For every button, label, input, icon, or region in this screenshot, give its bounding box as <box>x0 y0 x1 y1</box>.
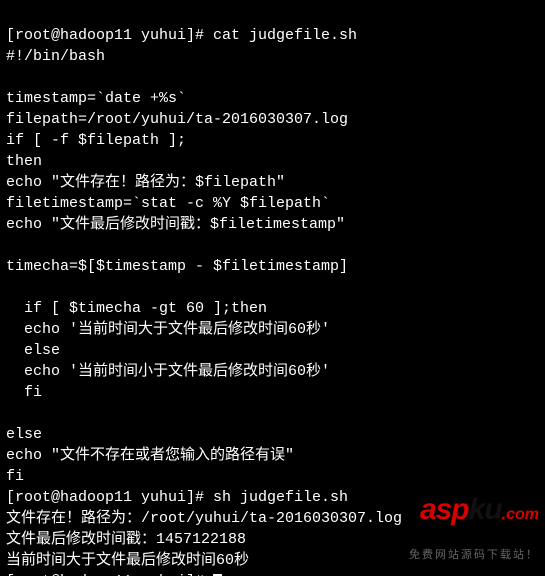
terminal-line: filepath=/root/yuhui/ta-2016030307.log <box>6 111 348 128</box>
terminal-line: 文件存在！路径为：/root/yuhui/ta-2016030307.log <box>6 510 402 527</box>
terminal-line: echo "文件存在！路径为：$filepath" <box>6 174 285 191</box>
terminal-line: #!/bin/bash <box>6 48 105 65</box>
terminal-line: timecha=$[$timestamp - $filetimestamp] <box>6 258 348 275</box>
terminal-line: echo '当前时间大于文件最后修改时间60秒' <box>6 321 330 338</box>
terminal-line: if [ -f $filepath ]; <box>6 132 186 149</box>
watermark-asp: asp <box>420 493 469 526</box>
terminal-line: echo "文件最后修改时间戳：$filetimestamp" <box>6 216 345 233</box>
terminal-line: then <box>6 153 42 170</box>
terminal-window[interactable]: [root@hadoop11 yuhui]# cat judgefile.sh … <box>0 0 545 576</box>
terminal-line: else <box>6 426 42 443</box>
watermark-ku: ku <box>469 493 502 526</box>
terminal-line: echo "文件不存在或者您输入的路径有误" <box>6 447 294 464</box>
terminal-line: echo '当前时间小于文件最后修改时间60秒' <box>6 363 330 380</box>
terminal-line: fi <box>6 468 24 485</box>
watermark-com: .com <box>502 506 539 523</box>
terminal-line: [root@hadoop11 yuhui]# sh judgefile.sh <box>6 489 348 506</box>
terminal-line: [root@hadoop11 yuhui]# cat judgefile.sh <box>6 27 357 44</box>
terminal-line: 当前时间大于文件最后修改时间60秒 <box>6 552 249 569</box>
terminal-line: else <box>6 342 60 359</box>
terminal-line: fi <box>6 384 42 401</box>
watermark: aspku.com 免费网站源码下载站！ <box>403 468 539 576</box>
terminal-line: filetimestamp=`stat -c %Y $filepath` <box>6 195 330 212</box>
terminal-line: 文件最后修改时间戳：1457122188 <box>6 531 246 548</box>
terminal-line: timestamp=`date +%s` <box>6 90 186 107</box>
terminal-line: if [ $timecha -gt 60 ];then <box>6 300 267 317</box>
watermark-tagline: 免费网站源码下载站！ <box>403 548 539 563</box>
